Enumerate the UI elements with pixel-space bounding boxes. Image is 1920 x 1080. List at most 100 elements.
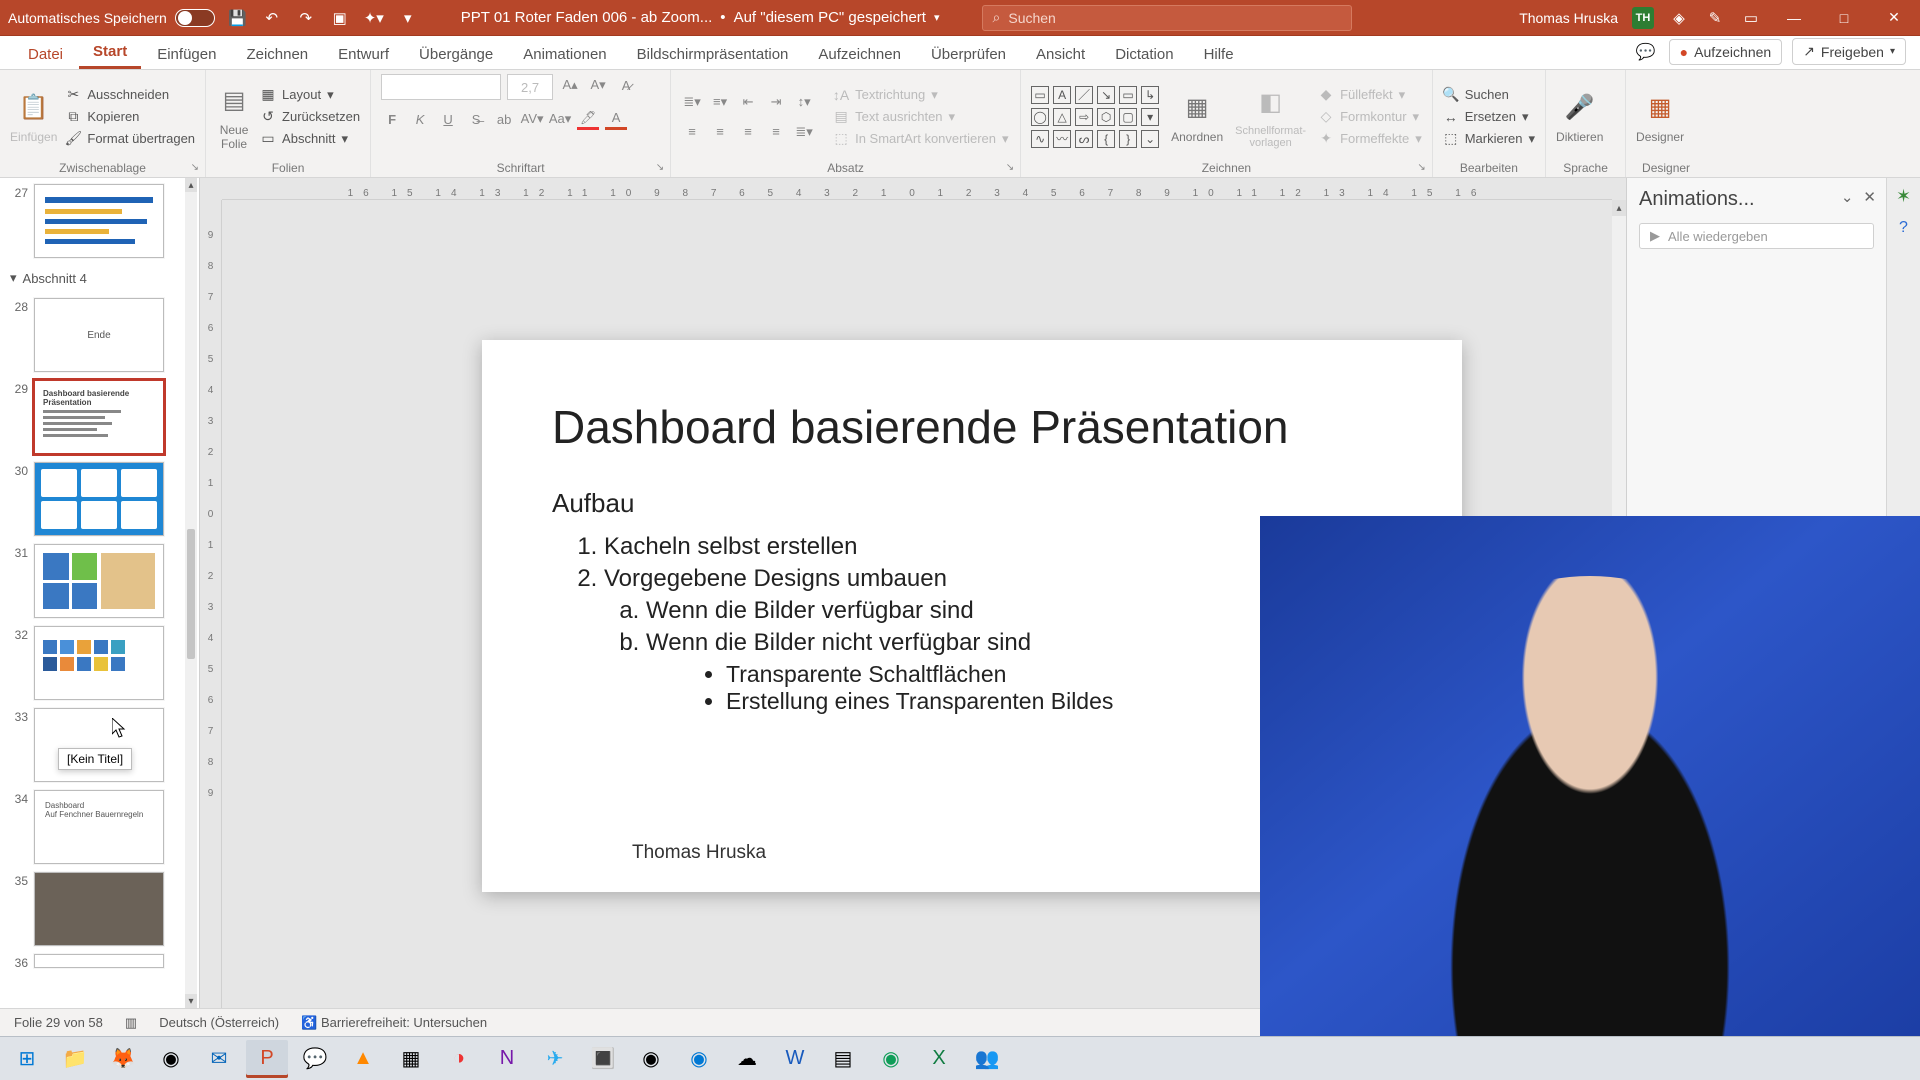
section-button[interactable]: ▭Abschnitt ▾ bbox=[260, 131, 360, 147]
shape-line-icon[interactable]: ／ bbox=[1075, 86, 1093, 104]
shape-triangle-icon[interactable]: △ bbox=[1053, 108, 1071, 126]
app-icon-6[interactable]: ☁ bbox=[726, 1040, 768, 1078]
scroll-up-icon[interactable]: ▴ bbox=[185, 178, 197, 192]
onenote-icon[interactable]: N bbox=[486, 1040, 528, 1078]
paste-button[interactable]: 📋 Einfügen bbox=[10, 90, 57, 144]
reset-button[interactable]: ↺Zurücksetzen bbox=[260, 109, 360, 125]
word-icon[interactable]: W bbox=[774, 1040, 816, 1078]
app-icon-5[interactable]: ◉ bbox=[678, 1040, 720, 1078]
shape-connector-icon[interactable]: ↳ bbox=[1141, 86, 1159, 104]
accessibility-label[interactable]: ♿ Barrierefreiheit: Untersuchen bbox=[301, 1015, 487, 1031]
align-right-button[interactable]: ≡ bbox=[737, 121, 759, 143]
text-direction-button[interactable]: ↕ATextrichtung ▾ bbox=[833, 87, 1008, 103]
firefox-icon[interactable]: 🦊 bbox=[102, 1040, 144, 1078]
undo-icon[interactable]: ↶ bbox=[261, 7, 283, 29]
font-launcher-icon[interactable]: ↘ bbox=[656, 162, 664, 173]
autosave-toggle[interactable] bbox=[175, 9, 215, 27]
horizontal-ruler[interactable]: 16 15 14 13 12 11 10 9 8 7 6 5 4 3 2 1 0… bbox=[222, 178, 1612, 200]
columns-button[interactable]: ≣▾ bbox=[793, 121, 815, 143]
explorer-icon[interactable]: 📁 bbox=[54, 1040, 96, 1078]
tab-draw[interactable]: Zeichnen bbox=[232, 40, 322, 69]
align-center-button[interactable]: ≡ bbox=[709, 121, 731, 143]
thumb-28[interactable]: Ende bbox=[34, 298, 164, 372]
thumb-32[interactable] bbox=[34, 626, 164, 700]
case-button[interactable]: Aa▾ bbox=[549, 108, 571, 130]
tab-view[interactable]: Ansicht bbox=[1022, 40, 1099, 69]
thumb-29[interactable]: Dashboard basierende Präsentation bbox=[34, 380, 164, 454]
line-spacing-button[interactable]: ↕▾ bbox=[793, 91, 815, 113]
increase-font-icon[interactable]: A▴ bbox=[559, 74, 581, 96]
shape-curve-icon[interactable]: ∿ bbox=[1031, 130, 1049, 148]
excel-icon[interactable]: X bbox=[918, 1040, 960, 1078]
app-icon-7[interactable]: ▤ bbox=[822, 1040, 864, 1078]
coming-soon-icon[interactable]: ◈ bbox=[1668, 7, 1690, 29]
share-button[interactable]: ↗Freigeben▾ bbox=[1792, 38, 1906, 65]
align-text-button[interactable]: ▤Text ausrichten ▾ bbox=[833, 109, 1008, 125]
maximize-button[interactable]: □ bbox=[1826, 4, 1862, 32]
cut-button[interactable]: ✂Ausschneiden bbox=[65, 87, 195, 103]
record-button[interactable]: ●Aufzeichnen bbox=[1669, 39, 1783, 65]
layout-button[interactable]: ▦Layout ▾ bbox=[260, 87, 360, 103]
shape-rect2-icon[interactable]: ▭ bbox=[1119, 86, 1137, 104]
scroll-thumb[interactable] bbox=[187, 529, 195, 659]
pane-close-icon[interactable]: ✕ bbox=[1863, 188, 1876, 206]
shadow-button[interactable]: ab bbox=[493, 108, 515, 130]
thumbs-scrollbar[interactable]: ▴ ▾ bbox=[185, 178, 197, 1008]
bullets-button[interactable]: ≣▾ bbox=[681, 91, 703, 113]
replace-button[interactable]: ↔Ersetzen ▾ bbox=[1443, 109, 1535, 125]
align-left-button[interactable]: ≡ bbox=[681, 121, 703, 143]
spacing-button[interactable]: AV▾ bbox=[521, 108, 543, 130]
tab-review[interactable]: Überprüfen bbox=[917, 40, 1020, 69]
shape-rect-icon[interactable]: ▭ bbox=[1031, 86, 1049, 104]
shape-arrowblock-icon[interactable]: ⇨ bbox=[1075, 108, 1093, 126]
section-4-header[interactable]: ▾Abschnitt 4 bbox=[8, 266, 179, 290]
shape-outline-button[interactable]: ◇Formkontur ▾ bbox=[1318, 109, 1422, 125]
quickaccess-more-icon[interactable]: ▾ bbox=[397, 7, 419, 29]
chrome-icon[interactable]: ◉ bbox=[150, 1040, 192, 1078]
play-all-button[interactable]: ▶ Alle wiedergeben bbox=[1639, 223, 1874, 249]
italic-button[interactable]: K bbox=[409, 108, 431, 130]
tab-start[interactable]: Start bbox=[79, 37, 141, 69]
telegram-icon[interactable]: ✈ bbox=[534, 1040, 576, 1078]
tab-insert[interactable]: Einfügen bbox=[143, 40, 230, 69]
editor-scroll-up-icon[interactable]: ▴ bbox=[1612, 200, 1626, 216]
shape-arrow-icon[interactable]: ↘ bbox=[1097, 86, 1115, 104]
select-button[interactable]: ⬚Markieren ▾ bbox=[1443, 131, 1535, 147]
touch-mode-icon[interactable]: ✦▾ bbox=[363, 7, 385, 29]
scroll-down-icon[interactable]: ▾ bbox=[185, 994, 197, 1008]
save-icon[interactable]: 💾 bbox=[227, 7, 249, 29]
drawing-launcher-icon[interactable]: ↘ bbox=[1417, 162, 1425, 173]
quickstyles-button[interactable]: ◧ Schnellformat- vorlagen bbox=[1235, 85, 1306, 149]
help-pane-icon[interactable]: ? bbox=[1899, 219, 1908, 237]
tab-transitions[interactable]: Übergänge bbox=[405, 40, 507, 69]
shape-roundrect-icon[interactable]: ▢ bbox=[1119, 108, 1137, 126]
from-beginning-icon[interactable]: ▣ bbox=[329, 7, 351, 29]
shape-free-icon[interactable]: 〰 bbox=[1053, 130, 1071, 148]
shapes-expand-icon[interactable]: ⌄ bbox=[1141, 130, 1159, 148]
font-name-input[interactable] bbox=[381, 74, 501, 100]
tab-dictation[interactable]: Dictation bbox=[1101, 40, 1187, 69]
tab-help[interactable]: Hilfe bbox=[1190, 40, 1248, 69]
paragraph-launcher-icon[interactable]: ↘ bbox=[1006, 162, 1014, 173]
shape-oval-icon[interactable]: ◯ bbox=[1031, 108, 1049, 126]
animation-pane-toggle-icon[interactable]: ✶ bbox=[1896, 186, 1911, 207]
ribbon-display-icon[interactable]: ✎ bbox=[1704, 7, 1726, 29]
find-button[interactable]: 🔍Suchen bbox=[1443, 87, 1535, 103]
thumb-33[interactable] bbox=[34, 708, 164, 782]
shape-brace-icon[interactable]: { bbox=[1097, 130, 1115, 148]
doc-dropdown-icon[interactable]: ▾ bbox=[934, 11, 940, 24]
tab-design[interactable]: Entwurf bbox=[324, 40, 403, 69]
clipboard-launcher-icon[interactable]: ↘ bbox=[191, 162, 199, 173]
teams-icon[interactable]: 👥 bbox=[966, 1040, 1008, 1078]
new-slide-button[interactable]: ▤ Neue Folie bbox=[216, 83, 252, 151]
slide-footer[interactable]: Thomas Hruska bbox=[632, 842, 766, 864]
tab-slideshow[interactable]: Bildschirmpräsentation bbox=[623, 40, 803, 69]
shapes-gallery[interactable]: ▭ A ／ ↘ ▭ ↳ ◯ △ ⇨ ⬡ ▢ ▾ ∿ 〰 ᔕ { } ⌄ bbox=[1031, 86, 1159, 148]
edge-icon[interactable]: ◉ bbox=[870, 1040, 912, 1078]
tab-file[interactable]: Datei bbox=[14, 40, 77, 69]
thumb-30[interactable] bbox=[34, 462, 164, 536]
minimize-button[interactable]: — bbox=[1776, 4, 1812, 32]
shape-brace2-icon[interactable]: } bbox=[1119, 130, 1137, 148]
layout-glyph-icon[interactable]: ▥ bbox=[125, 1015, 137, 1031]
underline-button[interactable]: U bbox=[437, 108, 459, 130]
